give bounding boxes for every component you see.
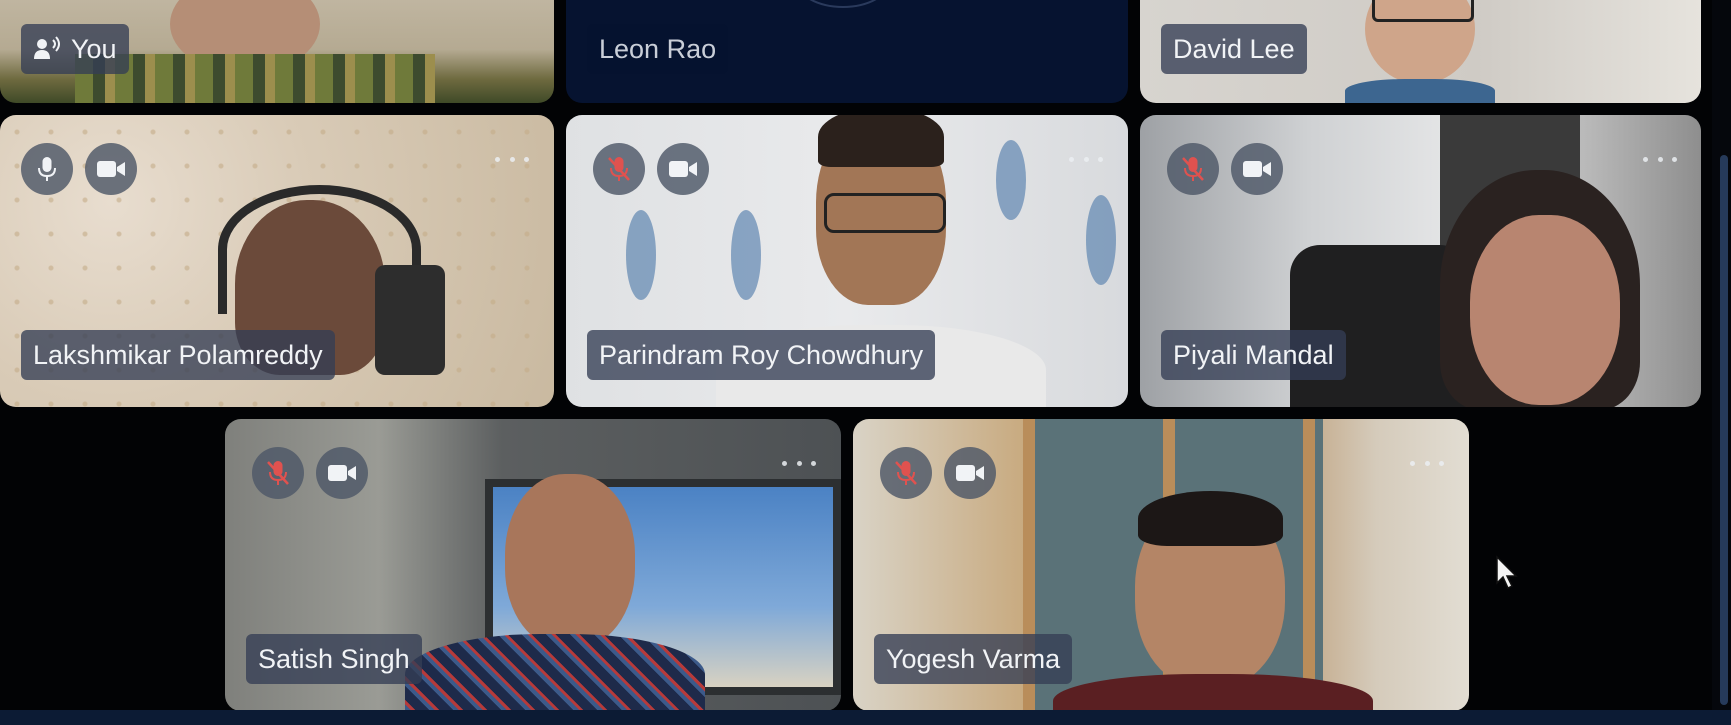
participant-name-tag: David Lee (1161, 24, 1307, 74)
participant-tile-lakshmikar-polamreddy[interactable]: Lakshmikar Polamreddy (0, 115, 554, 407)
more-options-icon (495, 156, 500, 162)
mic-toggle-button[interactable] (1167, 143, 1219, 195)
more-options-icon (1410, 460, 1415, 466)
microphone-muted-icon (895, 461, 917, 485)
speaking-person-icon (34, 36, 60, 59)
participant-name: Parindram Roy Chowdhury (599, 339, 924, 370)
participant-tile-satish-singh[interactable]: Satish Singh (225, 419, 841, 711)
participant-name-tag: Lakshmikar Polamreddy (21, 330, 335, 380)
more-options-button[interactable] (1643, 151, 1677, 167)
participant-video-curtain-leaf (731, 210, 761, 300)
participant-video-hair (818, 115, 944, 167)
video-camera-icon (97, 161, 125, 177)
participant-name: Piyali Mandal (1173, 339, 1334, 370)
microphone-muted-icon (267, 461, 289, 485)
microphone-muted-icon (608, 157, 630, 181)
participant-name: Leon Rao (599, 33, 717, 64)
more-options-icon (1643, 156, 1648, 162)
participant-name-tag: Satish Singh (246, 634, 422, 684)
participant-tile-piyali-mandal[interactable]: Piyali Mandal (1140, 115, 1701, 407)
camera-toggle-button[interactable] (85, 143, 137, 195)
video-camera-icon (669, 161, 697, 177)
participant-tile-leon-rao[interactable]: Leon Rao (566, 0, 1128, 103)
mic-toggle-button[interactable] (880, 447, 932, 499)
camera-toggle-button[interactable] (944, 447, 996, 499)
video-camera-icon (328, 465, 356, 481)
participant-video-figure (1470, 215, 1620, 405)
participant-name-tag: Parindram Roy Chowdhury (587, 330, 936, 380)
microphone-muted-icon (1182, 157, 1204, 181)
microphone-icon (38, 157, 56, 181)
participant-video-shirt (1345, 79, 1495, 103)
mic-toggle-button[interactable] (252, 447, 304, 499)
participant-video-curtain-leaf (626, 210, 656, 300)
participant-video-figure (505, 474, 635, 649)
scrollbar-thumb[interactable] (1720, 155, 1728, 705)
participant-tile-yogesh-varma[interactable]: Yogesh Varma (853, 419, 1469, 711)
participant-video-glasses (1372, 0, 1474, 22)
camera-toggle-button[interactable] (1231, 143, 1283, 195)
participant-name: Satish Singh (258, 643, 410, 674)
video-camera-icon (1243, 161, 1271, 177)
video-grid: You Leon Rao David Lee Lakshmikar Polamr… (0, 0, 1731, 725)
more-options-button[interactable] (1069, 151, 1103, 167)
participant-name: David Lee (1173, 33, 1295, 64)
participant-video-hair (1138, 491, 1283, 546)
participant-video-shirt (75, 54, 435, 103)
participant-video-curtain-leaf (1086, 195, 1116, 285)
more-options-button[interactable] (495, 151, 529, 167)
more-options-button[interactable] (782, 455, 816, 471)
mouse-pointer-icon (1496, 555, 1518, 590)
participant-video-curtain-leaf (996, 140, 1026, 220)
mic-toggle-button[interactable] (593, 143, 645, 195)
participant-name-tag: Yogesh Varma (874, 634, 1073, 684)
participant-name: You (71, 33, 117, 64)
participant-name: Yogesh Varma (886, 643, 1061, 674)
participant-name-tag: Piyali Mandal (1161, 330, 1346, 380)
participant-video-chair (375, 265, 445, 375)
participant-video-glasses (824, 193, 946, 233)
participant-name-tag: You (21, 24, 129, 74)
camera-toggle-button[interactable] (316, 447, 368, 499)
bottom-toolbar-edge (0, 710, 1731, 725)
more-options-icon (1069, 156, 1074, 162)
participant-tile-parindram-roy-chowdhury[interactable]: Parindram Roy Chowdhury (566, 115, 1128, 407)
video-camera-icon (956, 465, 984, 481)
more-options-icon (782, 460, 787, 466)
participant-video-shirt (405, 634, 705, 711)
participant-tile-david-lee[interactable]: David Lee (1140, 0, 1701, 103)
camera-toggle-button[interactable] (657, 143, 709, 195)
participant-name-tag: Leon Rao (587, 24, 729, 74)
more-options-button[interactable] (1410, 455, 1444, 471)
participant-tile-you[interactable]: You (0, 0, 554, 103)
mic-toggle-button[interactable] (21, 143, 73, 195)
participant-name: Lakshmikar Polamreddy (33, 339, 323, 370)
